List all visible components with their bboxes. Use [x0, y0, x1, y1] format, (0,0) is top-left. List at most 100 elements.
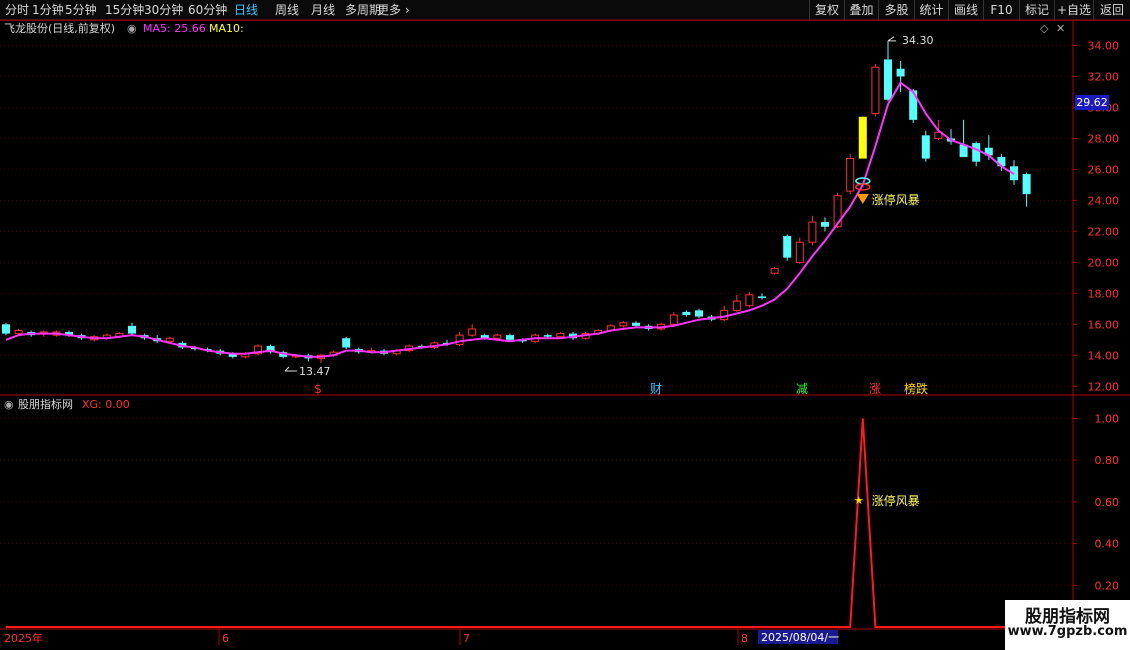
diamond-icon[interactable]: ◇ [1040, 22, 1048, 36]
xg-line [6, 418, 1071, 628]
event-marker-1: 财 [650, 382, 662, 396]
candle-body-55 [695, 310, 703, 317]
price-tick-label-11: 12.00 [1088, 380, 1120, 393]
date-label-0: 2025年 [4, 631, 43, 645]
ma10-label: MA10: [209, 22, 244, 35]
current-price-label: 29.62 [1075, 95, 1109, 110]
candle-49 [619, 321, 628, 328]
candle-20 [254, 344, 262, 356]
candle-54 [682, 310, 691, 317]
candle-body-1 [14, 329, 23, 335]
price-tick-label-6: 22.00 [1088, 225, 1120, 238]
high-arrow [887, 36, 896, 42]
candle-body-63 [795, 241, 804, 263]
candle-body-0 [2, 324, 10, 334]
signal-diamond-icon [856, 194, 869, 204]
date-label-1: 6 [222, 632, 229, 645]
candle-body-60 [758, 296, 766, 298]
candle-77 [972, 141, 981, 167]
event-marker-2: 减 [796, 382, 808, 396]
candle-body-53 [669, 314, 678, 325]
candle-body-59 [745, 294, 754, 307]
candle-58 [732, 294, 741, 312]
price-tick-label-4: 26.00 [1088, 163, 1120, 176]
date-label-3: 8 [741, 632, 748, 645]
candle-36 [455, 332, 464, 346]
stock-chart: 34.0032.0030.0028.0026.0024.0022.0020.00… [0, 19, 1130, 650]
candle-body-40 [506, 335, 514, 340]
candle-81 [1022, 172, 1031, 207]
candle-body-44 [556, 333, 565, 338]
stock-title: 飞龙股份(日线,前复权) [4, 22, 116, 35]
candle-body-77 [972, 143, 981, 162]
candle-68 [858, 116, 867, 159]
star-icon: ★ [854, 494, 864, 507]
candle-61 [770, 266, 779, 275]
low-arrow [284, 366, 297, 372]
candle-body-50 [632, 322, 640, 326]
candle-67 [846, 153, 855, 195]
candle-0 [2, 322, 10, 336]
candle-body-64 [808, 221, 817, 243]
candle-body-61 [770, 268, 779, 274]
candle-10 [128, 322, 136, 336]
candle-body-68 [858, 116, 867, 159]
low-price-label: 13.47 [299, 365, 331, 378]
candle-body-67 [846, 158, 855, 192]
candle-body-73 [921, 135, 930, 159]
settings-circle-icon[interactable]: ◉ [127, 22, 137, 36]
price-tick-label-9: 16.00 [1088, 318, 1120, 331]
candle-65 [821, 217, 829, 232]
indicator-toggle-icon[interactable]: ◉ [4, 398, 14, 412]
date-label-2: 7 [463, 632, 470, 645]
ind-tick-label-1: 0.80 [1095, 454, 1120, 467]
event-marker-0: $ [314, 382, 322, 396]
candle-body-62 [783, 236, 792, 258]
candle-53 [669, 311, 678, 326]
price-tick-label-7: 20.00 [1088, 256, 1120, 269]
candle-25 [317, 353, 325, 364]
candle-73 [921, 130, 930, 162]
candle-body-81 [1022, 174, 1031, 195]
price-tick-label-3: 28.00 [1088, 132, 1120, 145]
date-cursor-label: 2025/08/04/一 [761, 631, 839, 644]
ind-tick-label-0: 1.00 [1095, 412, 1120, 425]
close-icon[interactable]: ✕ [1056, 22, 1065, 36]
ind-tick-label-3: 0.40 [1095, 538, 1120, 551]
candle-63 [795, 237, 804, 264]
high-price-label: 34.30 [902, 34, 934, 47]
candle-body-71 [896, 68, 905, 77]
candle-body-27 [342, 338, 351, 348]
candle-body-36 [455, 334, 464, 345]
candle-body-54 [682, 311, 691, 316]
candle-21 [266, 344, 275, 354]
candle-body-69 [871, 66, 880, 115]
candle-59 [745, 291, 754, 308]
price-tick-label-5: 24.00 [1088, 194, 1120, 207]
price-tick-label-0: 34.00 [1088, 39, 1120, 52]
watermark-url: www.7gpzb.com [1007, 624, 1128, 639]
price-tick-label-8: 18.00 [1088, 287, 1120, 300]
candle-body-43 [543, 335, 552, 337]
signal-text-main: 涨停风暴 [872, 192, 920, 207]
candle-57 [720, 305, 729, 322]
candle-70 [884, 40, 892, 102]
price-tick-label-10: 14.00 [1088, 349, 1120, 362]
xg-label: XG: 0.00 [82, 398, 130, 411]
ma5-label: MA5: 25.66 [143, 22, 206, 35]
candle-body-13 [165, 337, 174, 342]
candle-body-10 [128, 325, 136, 334]
candle-body-39 [493, 334, 502, 339]
candle-64 [808, 215, 817, 246]
indicator-title: 股朋指标网 [18, 398, 73, 411]
candle-body-65 [821, 222, 829, 227]
candle-62 [783, 234, 792, 261]
candle-body-37 [468, 328, 477, 336]
candle-69 [871, 64, 880, 117]
candle-37 [468, 324, 477, 337]
candle-body-49 [619, 322, 628, 327]
price-tick-label-1: 32.00 [1088, 70, 1120, 83]
candle-55 [695, 308, 703, 319]
candle-60 [758, 293, 766, 300]
candle-body-58 [732, 300, 741, 311]
